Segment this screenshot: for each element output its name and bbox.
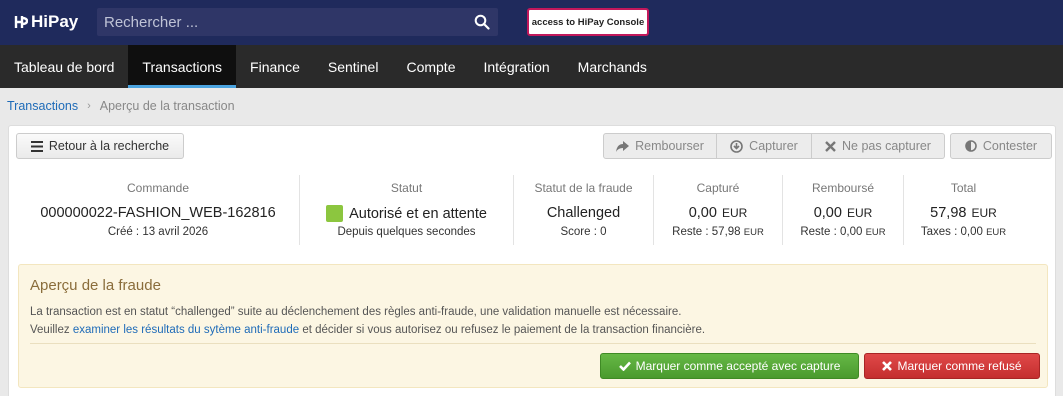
- nav-item-account[interactable]: Compte: [392, 45, 469, 88]
- refunded-currency: EUR: [846, 206, 873, 220]
- summary-refunded: Remboursé 0,00 EUR Reste : 0,00 EUR: [782, 175, 903, 245]
- nav-item-transactions[interactable]: Transactions: [128, 45, 237, 88]
- accept-with-capture-button[interactable]: Marquer comme accepté avec capture: [600, 353, 859, 379]
- contrast-icon: [965, 140, 977, 152]
- nav-item-finance[interactable]: Finance: [236, 45, 314, 88]
- main-navigation: Tableau de bord Transactions Finance Sen…: [0, 45, 1063, 88]
- action-button-group: Rembourser Capturer Ne pas capturer: [603, 133, 945, 159]
- order-created-date: Créé : 13 avril 2026: [107, 226, 209, 238]
- search-input[interactable]: [97, 8, 467, 36]
- fraud-message-prefix: Veuillez: [30, 324, 73, 336]
- refuse-label: Marquer comme refusé: [897, 359, 1022, 373]
- close-icon: [882, 361, 893, 371]
- refund-button[interactable]: Rembourser: [603, 133, 717, 159]
- dispute-button[interactable]: Contester: [950, 133, 1052, 159]
- captured-remaining: Reste : 57,98: [672, 226, 741, 238]
- back-label: Retour à la recherche: [48, 139, 170, 153]
- top-header: HiPay access to HiPay Console: [0, 0, 1063, 45]
- total-currency: EUR: [971, 206, 997, 220]
- nav-item-merchants[interactable]: Marchands: [564, 45, 661, 88]
- refunded-amount: 0,00: [813, 205, 842, 221]
- accept-label: Marquer comme accepté avec capture: [635, 359, 841, 373]
- nav-item-integration[interactable]: Intégration: [469, 45, 563, 88]
- status-since: Depuis quelques secondes: [337, 226, 476, 238]
- total-amount: 57,98: [930, 205, 967, 221]
- fraud-results-link[interactable]: examiner les résultats du sytème anti-fr…: [73, 324, 299, 336]
- transaction-panel: Retour à la recherche Rembourser Capture…: [8, 125, 1056, 396]
- breadcrumb-current: Aperçu de la transaction: [99, 99, 235, 113]
- hipay-logo-icon: [14, 16, 28, 28]
- status-value: Autorisé et en attente: [349, 205, 487, 222]
- close-icon: [825, 140, 836, 152]
- mark-refused-button[interactable]: Marquer comme refusé: [864, 353, 1040, 379]
- fraud-status-value: Challenged: [546, 205, 621, 221]
- refund-label: Rembourser: [635, 139, 704, 153]
- summary-fraud: Statut de la fraude Challenged Score : 0: [513, 175, 653, 245]
- total-taxes-currency: EUR: [986, 227, 1007, 238]
- captured-label: Capturé: [696, 181, 740, 195]
- nav-item-dashboard[interactable]: Tableau de bord: [0, 45, 128, 88]
- order-label: Commande: [126, 181, 190, 195]
- alert-divider: [30, 343, 1036, 344]
- list-icon: [30, 140, 43, 152]
- search-box: [97, 8, 498, 36]
- fraud-overview-title: Aperçu de la fraude: [30, 277, 161, 294]
- fraud-label: Statut de la fraude: [534, 181, 633, 195]
- no-capture-label: Ne pas capturer: [842, 139, 931, 153]
- captured-value-row: 0,00 EUR: [654, 205, 782, 221]
- hipay-logo[interactable]: HiPay: [14, 12, 78, 32]
- total-label: Total: [950, 181, 977, 195]
- console-access-button[interactable]: access to HiPay Console: [527, 8, 649, 36]
- capture-button[interactable]: Capturer: [717, 133, 812, 159]
- refunded-remaining-row: Reste : 0,00 EUR: [783, 226, 903, 238]
- total-taxes: Taxes : 0,00: [920, 226, 983, 238]
- captured-currency: EUR: [721, 206, 748, 220]
- transaction-summary: Commande 000000022-FASHION_WEB-162816 Cr…: [17, 175, 1049, 247]
- captured-remaining-currency: EUR: [743, 227, 764, 238]
- breadcrumb-link-transactions[interactable]: Transactions: [7, 99, 78, 113]
- refunded-value-row: 0,00 EUR: [783, 205, 903, 221]
- captured-remaining-row: Reste : 57,98 EUR: [654, 226, 782, 238]
- refunded-remaining-currency: EUR: [865, 227, 886, 238]
- captured-amount: 0,00: [688, 205, 717, 221]
- status-indicator-icon: [326, 205, 344, 222]
- back-to-search-button[interactable]: Retour à la recherche: [16, 133, 184, 159]
- summary-status: Statut Autorisé et en attente Depuis que…: [299, 175, 513, 245]
- fraud-message-suffix: et décider si vous autorisez ou refusez …: [299, 324, 706, 336]
- total-value-row: 57,98 EUR: [904, 205, 1023, 221]
- share-arrow-icon: [616, 140, 630, 152]
- refunded-label: Remboursé: [811, 181, 875, 195]
- checkmark-icon: [618, 361, 631, 371]
- brand-name: HiPay: [31, 12, 79, 31]
- chevron-right-icon: ›: [87, 100, 91, 112]
- dispute-label: Contester: [982, 139, 1038, 153]
- fraud-message-line-1: La transaction est en statut “challenged…: [30, 306, 682, 318]
- fraud-message-line-2: Veuillez examiner les résultats du sytèm…: [30, 324, 705, 336]
- fraud-score: Score : 0: [560, 226, 607, 238]
- fraud-overview-alert: Aperçu de la fraude La transaction est e…: [18, 264, 1048, 388]
- summary-captured: Capturé 0,00 EUR Reste : 57,98 EUR: [653, 175, 782, 245]
- total-taxes-row: Taxes : 0,00 EUR: [904, 226, 1023, 238]
- status-value-row: Autorisé et en attente: [300, 205, 513, 222]
- refunded-remaining: Reste : 0,00: [800, 226, 863, 238]
- summary-order: Commande 000000022-FASHION_WEB-162816 Cr…: [17, 175, 299, 245]
- nav-item-sentinel[interactable]: Sentinel: [314, 45, 393, 88]
- download-circle-icon: [730, 139, 743, 153]
- order-number: 000000022-FASHION_WEB-162816: [40, 205, 276, 221]
- breadcrumb: Transactions › Aperçu de la transaction: [7, 99, 235, 113]
- status-label: Statut: [390, 181, 423, 195]
- summary-total: Total 57,98 EUR Taxes : 0,00 EUR: [903, 175, 1023, 245]
- capture-label: Capturer: [749, 139, 798, 153]
- no-capture-button[interactable]: Ne pas capturer: [812, 133, 945, 159]
- search-icon[interactable]: [474, 14, 490, 30]
